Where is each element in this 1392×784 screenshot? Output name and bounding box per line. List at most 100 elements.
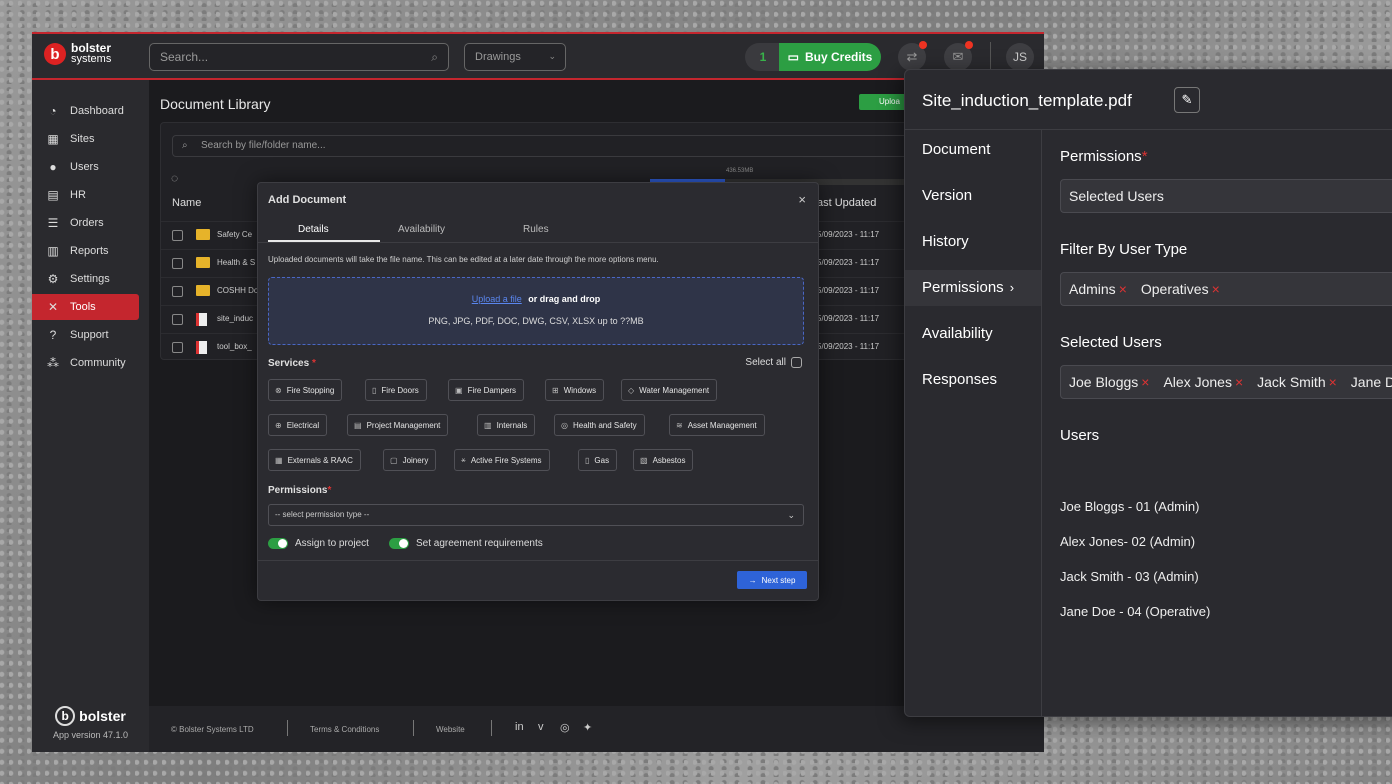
tab-rules[interactable]: Rules — [523, 224, 549, 235]
upload-file-link[interactable]: Upload a file — [472, 294, 522, 304]
vimeo-icon[interactable]: v — [538, 721, 544, 733]
remove-icon[interactable]: × — [1235, 374, 1243, 390]
agreement-toggle[interactable]: Set agreement requirements — [389, 538, 543, 549]
service-chip-label: Asbestos — [652, 455, 686, 465]
tab-availability[interactable]: Availability — [398, 224, 445, 235]
externals-raac-icon: ▦ — [275, 455, 283, 465]
buy-credits-button[interactable]: ▭ Buy Credits — [779, 43, 881, 71]
service-chip-gas[interactable]: ▯ Gas — [578, 449, 618, 471]
row-checkbox[interactable] — [172, 258, 183, 269]
remove-icon[interactable]: × — [1329, 374, 1337, 390]
edit-name-button[interactable]: ✎ — [1174, 87, 1200, 113]
service-chip-label: Fire Stopping — [286, 385, 335, 395]
messages-button[interactable]: ✉ — [944, 41, 973, 71]
sidebar-item-settings[interactable]: ⚙ Settings — [32, 266, 139, 292]
row-checkbox[interactable] — [172, 342, 183, 353]
sidebar-users-icon: ● — [49, 160, 57, 174]
permission-type-select[interactable]: -- select permission type -- ⌄ — [268, 504, 804, 526]
panel-tab-responses[interactable]: Responses — [905, 362, 1041, 398]
sidebar-item-reports[interactable]: ▥ Reports — [32, 238, 139, 264]
list-item[interactable]: Alex Jones- 02 (Admin) — [1060, 534, 1195, 549]
service-chip-electrical[interactable]: ⊕ Electrical — [268, 414, 328, 436]
global-search-input[interactable]: Search... ⌕ — [149, 43, 449, 71]
instagram-icon[interactable]: ◎ — [560, 721, 570, 734]
notification-dot — [965, 41, 973, 49]
linkedin-icon[interactable]: in — [515, 721, 524, 733]
service-chip-asset-management[interactable]: ≋ Asset Management — [669, 414, 765, 436]
service-chip-asbestos[interactable]: ▧ Asbestos — [633, 449, 694, 471]
windows-icon: ⊞ — [552, 385, 559, 395]
search-icon: ⌕ — [431, 50, 438, 64]
toggle-switch[interactable] — [268, 538, 288, 549]
service-chip-externals-raac[interactable]: ▦ Externals & RAAC — [268, 449, 361, 471]
modal-title: Add Document — [268, 194, 347, 206]
panel-tab-version[interactable]: Version — [905, 178, 1041, 214]
service-chip-health-and-safety[interactable]: ◎ Health and Safety — [554, 414, 645, 436]
filter-user-type-input[interactable]: Admins × Operatives × — [1060, 272, 1392, 306]
row-name[interactable]: Health & S — [217, 258, 255, 267]
row-checkbox[interactable] — [172, 314, 183, 325]
service-chip-windows[interactable]: ⊞ Windows — [545, 379, 605, 401]
list-item[interactable]: Joe Bloggs - 01 (Admin) — [1060, 499, 1199, 514]
sync-icon: ⇄ — [906, 49, 918, 64]
service-chip-project-management[interactable]: ▤ Project Management — [347, 414, 449, 436]
bolster-logo[interactable]: b bolster systems — [44, 42, 111, 65]
service-chip-fire-stopping[interactable]: ⊗ Fire Stopping — [268, 379, 343, 401]
twitter-icon[interactable]: ✦ — [583, 721, 592, 734]
file-dropzone[interactable]: Upload a file or drag and drop PNG, JPG,… — [268, 277, 804, 345]
sync-button[interactable]: ⇄ — [898, 41, 927, 71]
row-name[interactable]: COSHH Do — [217, 286, 258, 295]
service-chip-label: Windows — [563, 385, 597, 395]
tab-details[interactable]: Details — [298, 224, 329, 235]
row-date: 5/09/2023 - 11:17 — [817, 342, 880, 351]
row-name[interactable]: Safety Ce — [217, 230, 252, 239]
sidebar-item-tools[interactable]: ✕ Tools — [32, 294, 139, 320]
sidebar-item-users[interactable]: ● Users — [32, 154, 139, 180]
remove-icon[interactable]: × — [1141, 374, 1149, 390]
service-chip-active-fire-systems[interactable]: ⚹ Active Fire Systems — [454, 449, 550, 471]
panel-tab-history[interactable]: History — [905, 224, 1041, 260]
joinery-icon: ▢ — [390, 455, 398, 465]
service-chip-water-management[interactable]: ◇ Water Management — [621, 379, 718, 401]
panel-tab-permissions[interactable]: Permissions › — [905, 270, 1041, 306]
toggle-switch[interactable] — [389, 538, 409, 549]
row-name[interactable]: tool_box_ — [217, 342, 252, 351]
panel-tab-document[interactable]: Document — [905, 132, 1041, 168]
assign-to-project-toggle[interactable]: Assign to project — [268, 538, 369, 549]
row-checkbox[interactable] — [172, 230, 183, 241]
remove-icon[interactable]: × — [1212, 281, 1220, 297]
row-name[interactable]: site_induc — [217, 314, 253, 323]
remove-icon[interactable]: × — [1119, 281, 1127, 297]
sidebar-item-dashboard[interactable]: ◔ Dashboard — [32, 98, 139, 124]
list-item[interactable]: Jack Smith - 03 (Admin) — [1060, 569, 1199, 584]
next-step-button[interactable]: → Next step — [737, 571, 807, 589]
terms-link[interactable]: Terms & Conditions — [310, 725, 379, 734]
tag-label: Operatives — [1140, 281, 1209, 297]
library-search-input[interactable]: ⌕ Search by file/folder name... — [172, 135, 912, 157]
service-chip-joinery[interactable]: ▢ Joinery — [383, 449, 437, 471]
tag-label: Alex Jones — [1163, 374, 1232, 390]
service-chip-internals[interactable]: ▥ Internals — [477, 414, 536, 436]
electrical-icon: ⊕ — [275, 420, 282, 430]
column-header-name[interactable]: Name — [172, 197, 201, 209]
column-header-last-updated[interactable]: ast Updated — [817, 197, 876, 209]
sidebar-item-sites[interactable]: ▦ Sites — [32, 126, 139, 152]
sidebar-item-community[interactable]: ⁂ Community — [32, 350, 139, 376]
user-avatar[interactable]: JS — [1006, 43, 1034, 71]
panel-tab-availability[interactable]: Availability — [905, 316, 1041, 352]
permissions-select[interactable]: Selected Users — [1060, 179, 1392, 213]
select-all-checkbox[interactable]: Select all — [745, 357, 802, 368]
website-link[interactable]: Website — [436, 725, 465, 734]
service-chip-fire-dampers[interactable]: ▣ Fire Dampers — [448, 379, 525, 401]
close-icon[interactable]: × — [798, 192, 806, 207]
sidebar-item-orders[interactable]: ☰ Orders — [32, 210, 139, 236]
sidebar-item-support[interactable]: ? Support — [32, 322, 139, 348]
service-chip-fire-doors[interactable]: ▯ Fire Doors — [365, 379, 427, 401]
sidebar-item-hr[interactable]: ▤ HR — [32, 182, 139, 208]
selected-users-input[interactable]: Joe Bloggs×Alex Jones×Jack Smith×Jane Do… — [1060, 365, 1392, 399]
drawings-dropdown[interactable]: Drawings ⌄ — [464, 43, 566, 71]
row-checkbox[interactable] — [172, 286, 183, 297]
list-item[interactable]: Jane Doe - 04 (Operative) — [1060, 604, 1210, 619]
permissions-heading-text: Permissions — [1060, 148, 1142, 165]
refresh-icon[interactable]: ◌ — [171, 171, 178, 185]
